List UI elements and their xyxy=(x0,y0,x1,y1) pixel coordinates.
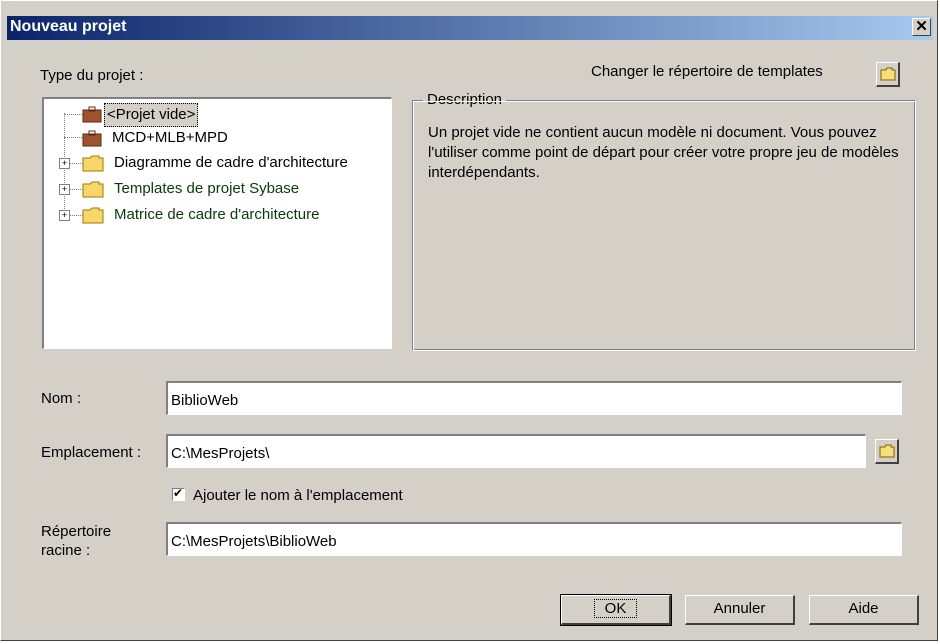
ok-button[interactable]: OK xyxy=(560,594,672,626)
description-legend: Description xyxy=(423,91,507,108)
tree-item-label: Matrice de cadre d'architecture xyxy=(114,206,320,223)
emplacement-input[interactable]: C:\MesProjets\ xyxy=(166,434,866,468)
tree-item-projet-vide[interactable]: <Projet vide> xyxy=(82,103,342,127)
check-icon: ✔ xyxy=(173,486,184,500)
folder-icon xyxy=(82,155,104,172)
tree-item-label: Templates de projet Sybase xyxy=(114,180,300,197)
ok-button-label: OK xyxy=(593,599,638,618)
racine-label-line2: racine : xyxy=(41,542,91,559)
project-type-tree[interactable]: <Projet vide> MCD+MLB+MPD + Diagramme de… xyxy=(42,97,392,349)
folder-icon xyxy=(879,444,895,458)
briefcase-icon xyxy=(82,106,102,123)
racine-input[interactable]: C:\MesProjets\BiblioWeb xyxy=(166,522,902,556)
cancel-button-label: Annuler xyxy=(713,600,766,617)
close-button[interactable]: ✕ xyxy=(912,18,931,36)
browse-emplacement-button[interactable] xyxy=(875,439,899,464)
folder-icon xyxy=(880,67,896,81)
help-button-label: Aide xyxy=(848,600,879,617)
change-templates-button[interactable] xyxy=(876,62,900,87)
nom-label: Nom : xyxy=(41,390,82,407)
expand-icon[interactable]: + xyxy=(59,184,70,195)
cancel-button[interactable]: Annuler xyxy=(685,595,795,625)
project-type-label: Type du projet : xyxy=(40,67,144,84)
tree-item-mcd-mlb-mpd[interactable]: MCD+MLB+MPD xyxy=(82,127,342,149)
tree-item-templates-sybase[interactable]: Templates de projet Sybase xyxy=(82,178,392,200)
add-name-checkbox[interactable]: ✔ xyxy=(172,486,185,501)
tree-item-label: <Projet vide> xyxy=(104,103,199,127)
add-name-label: Ajouter le nom à l'emplacement xyxy=(193,487,403,504)
expand-icon[interactable]: + xyxy=(59,158,70,169)
tree-item-diagramme-cadre[interactable]: Diagramme de cadre d'architecture xyxy=(82,152,392,174)
tree-item-label: MCD+MLB+MPD xyxy=(112,129,228,146)
folder-icon xyxy=(82,207,104,224)
folder-icon xyxy=(82,181,104,198)
close-icon: ✕ xyxy=(915,18,928,35)
description-text: Un projet vide ne contient aucun modèle … xyxy=(428,124,899,181)
tree-item-label: Diagramme de cadre d'architecture xyxy=(114,154,348,171)
racine-label-line1: Répertoire xyxy=(41,523,112,540)
change-templates-label: Changer le répertoire de templates xyxy=(591,63,823,80)
help-button[interactable]: Aide xyxy=(809,595,919,625)
dialog-window: Nouveau projet ✕ Type du projet : Change… xyxy=(0,0,938,641)
window-title: Nouveau projet xyxy=(10,18,127,35)
tree-item-matrice-cadre[interactable]: Matrice de cadre d'architecture xyxy=(82,204,392,226)
expand-icon[interactable]: + xyxy=(59,210,70,221)
emplacement-label: Emplacement : xyxy=(41,444,142,461)
briefcase-icon xyxy=(82,130,102,147)
nom-input[interactable]: BiblioWeb xyxy=(166,381,902,415)
title-bar[interactable]: Nouveau projet ✕ xyxy=(7,16,933,40)
